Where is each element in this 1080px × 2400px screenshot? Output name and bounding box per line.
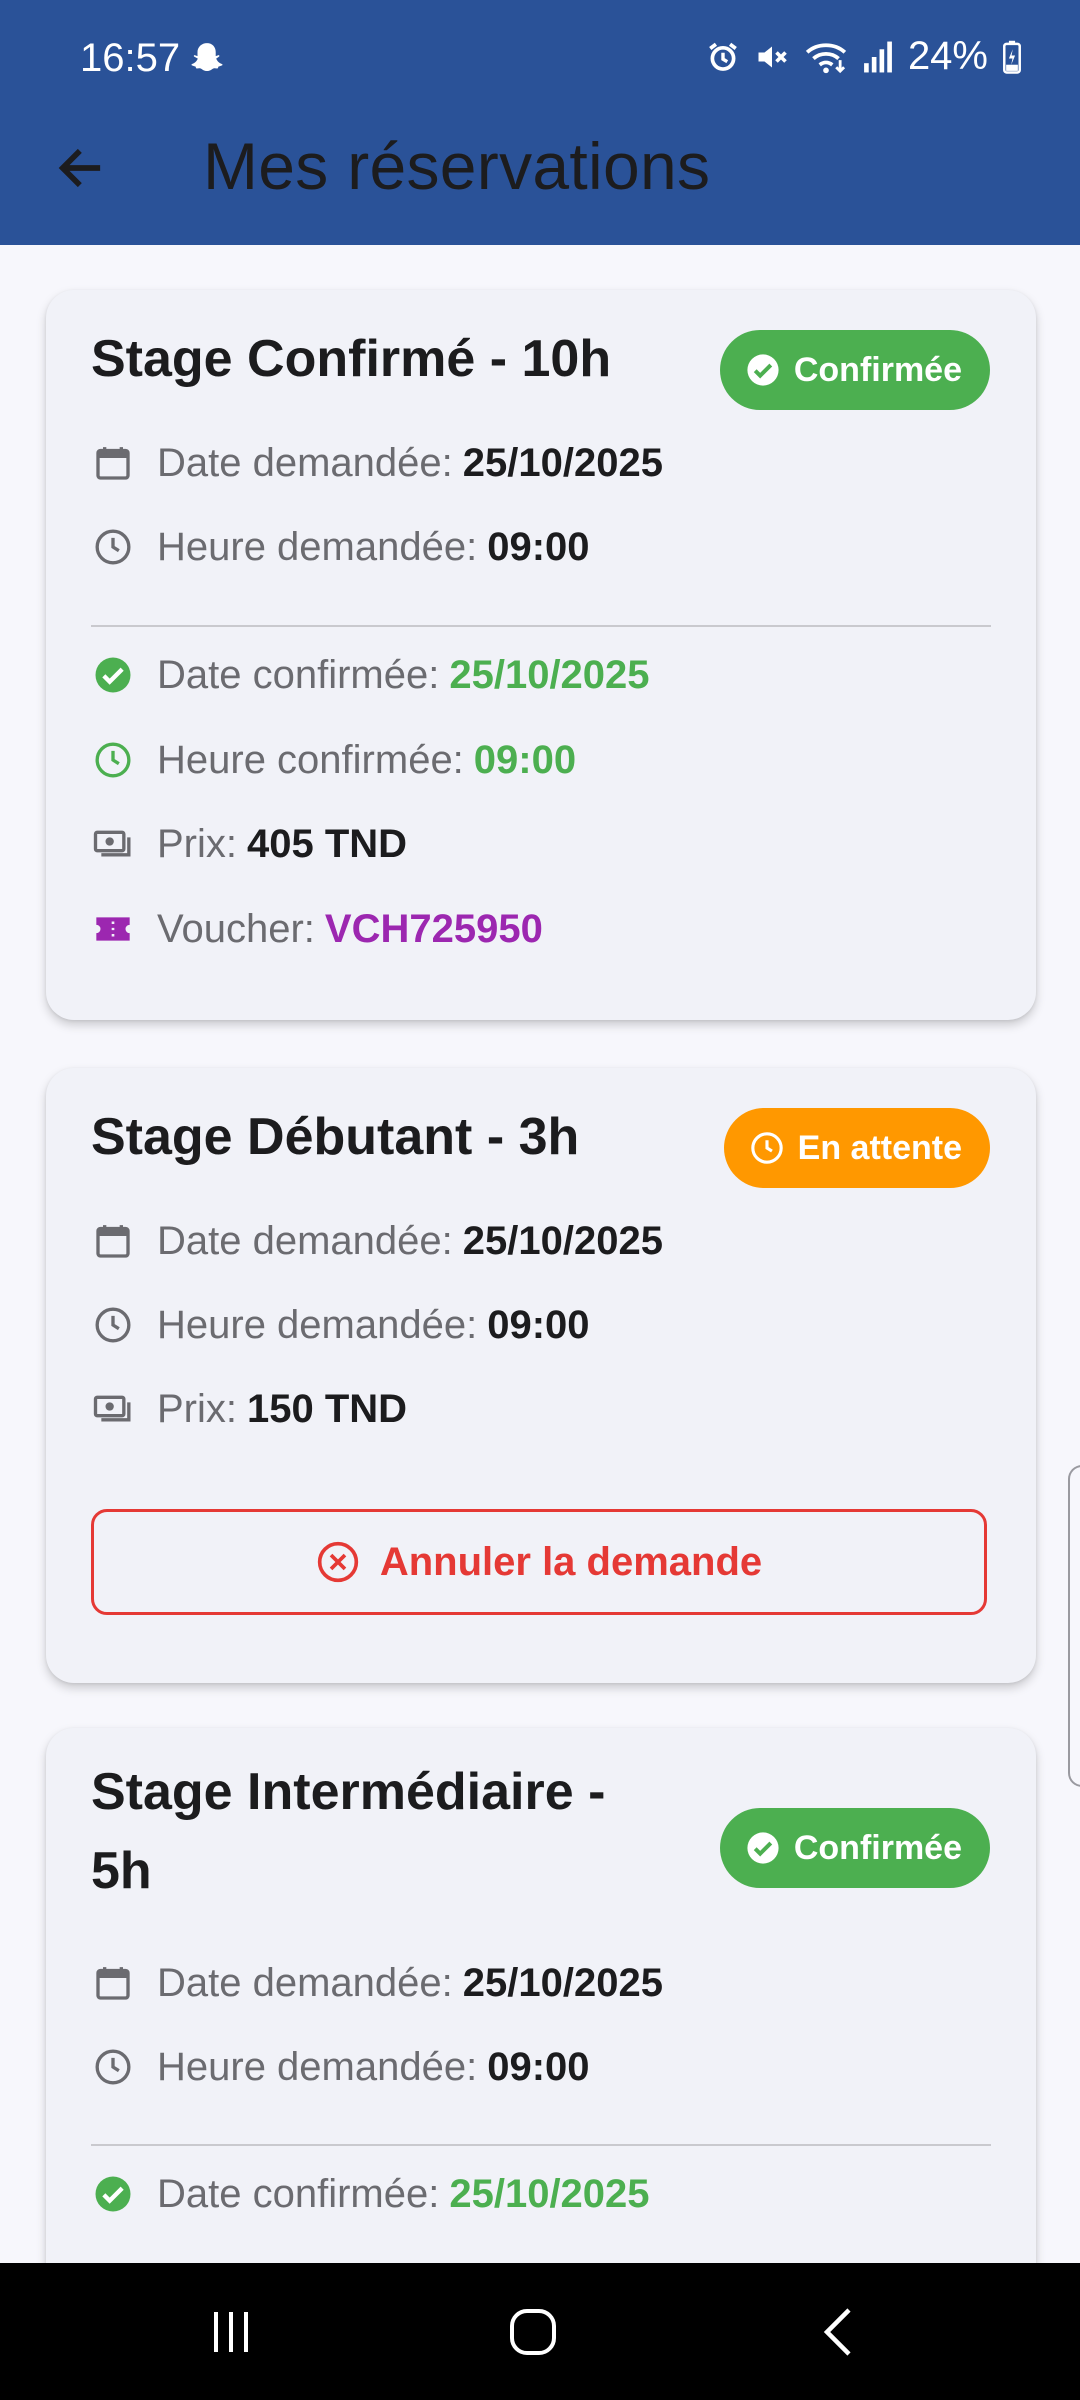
price-row: Prix: 150 TND bbox=[91, 1379, 407, 1439]
battery-charging-icon bbox=[1003, 40, 1021, 74]
reservation-card[interactable]: Stage Confirmé - 10h Confirmée Date dema… bbox=[46, 290, 1036, 1020]
signal-icon bbox=[864, 41, 892, 72]
requested-time-row: Heure demandée: 09:00 bbox=[91, 517, 590, 577]
confirmed-date-row: Date confirmée: 25/10/2025 bbox=[91, 645, 650, 705]
cancel-request-label: Annuler la demande bbox=[379, 1539, 763, 1584]
row-label: Prix: bbox=[157, 1386, 237, 1431]
wifi-icon bbox=[805, 42, 847, 73]
status-badge-label: En attente bbox=[797, 1128, 962, 1167]
snapchat-ghost-icon bbox=[191, 43, 223, 72]
row-value: 25/10/2025 bbox=[449, 2171, 650, 2216]
row-label: Heure demandée: bbox=[157, 2044, 478, 2089]
status-icons: 24% bbox=[706, 34, 1022, 79]
row-label: Date demandée: bbox=[157, 1960, 453, 2005]
row-label: Heure demandée: bbox=[157, 1302, 478, 1347]
divider bbox=[91, 2144, 991, 2146]
battery-percent: 24% bbox=[907, 34, 988, 78]
calendar-icon bbox=[96, 1967, 130, 2000]
status-badge-label: Confirmée bbox=[793, 350, 962, 389]
calendar-icon bbox=[96, 1225, 130, 1258]
row-label: Heure confirmée: bbox=[157, 737, 464, 782]
check-circle-icon bbox=[95, 2176, 131, 2212]
home-icon bbox=[510, 2308, 556, 2355]
clock-icon bbox=[750, 1132, 783, 1164]
calendar-icon bbox=[96, 447, 130, 480]
money-icon bbox=[93, 830, 131, 857]
app-bar: 16:57 24% Mes réservations bbox=[0, 0, 1080, 245]
row-value: 09:00 bbox=[487, 524, 590, 569]
row-value: 150 TND bbox=[247, 1386, 408, 1431]
check-circle-icon bbox=[95, 657, 131, 693]
row-value: 405 TND bbox=[247, 821, 408, 866]
reservations-list[interactable]: Stage Confirmé - 10h Confirmée Date dema… bbox=[0, 245, 1080, 2265]
divider bbox=[91, 625, 991, 627]
status-badge: Confirmée bbox=[719, 330, 990, 410]
reservation-title-line2: 5h bbox=[91, 1842, 152, 1900]
row-value: 09:00 bbox=[473, 737, 577, 782]
cancel-circle-icon bbox=[317, 1541, 359, 1583]
row-value: 09:00 bbox=[487, 2044, 590, 2089]
row-value: 25/10/2025 bbox=[449, 652, 650, 697]
confirmed-time-row: Heure confirmée: 09:00 bbox=[91, 730, 576, 790]
row-value: 25/10/2025 bbox=[462, 440, 663, 485]
recents-button[interactable] bbox=[161, 2263, 301, 2400]
row-label: Heure demandée: bbox=[157, 524, 478, 569]
row-label: Date demandée: bbox=[157, 440, 453, 485]
requested-date-row: Date demandée: 25/10/2025 bbox=[91, 1211, 663, 1271]
row-label: Date demandée: bbox=[157, 1218, 453, 1263]
row-label: Date confirmée: bbox=[157, 2171, 440, 2216]
status-badge: En attente bbox=[723, 1108, 990, 1188]
back-nav-icon bbox=[823, 2307, 851, 2356]
arrow-back-icon bbox=[58, 148, 101, 188]
row-label: Date confirmée: bbox=[157, 652, 440, 697]
system-nav-bar bbox=[0, 2263, 1080, 2400]
home-button[interactable] bbox=[463, 2263, 603, 2400]
row-value: 25/10/2025 bbox=[462, 1960, 663, 2005]
clock-icon bbox=[95, 529, 131, 565]
reservation-card[interactable]: Stage Débutant - 3h En attente Date dema… bbox=[46, 1068, 1036, 1683]
reservation-title: Stage Débutant - 3h bbox=[91, 1108, 580, 1166]
row-label: Prix: bbox=[157, 821, 237, 866]
row-value: 25/10/2025 bbox=[462, 1218, 663, 1263]
scroll-handle[interactable] bbox=[1068, 1465, 1080, 1787]
price-row: Prix: 405 TND bbox=[91, 814, 407, 874]
reservation-title: Stage Confirmé - 10h bbox=[91, 330, 612, 388]
back-nav-button[interactable] bbox=[767, 2263, 907, 2400]
confirmed-date-row: Date confirmée: 25/10/2025 bbox=[91, 2164, 650, 2224]
check-circle-icon bbox=[747, 354, 779, 386]
requested-time-row: Heure demandée: 09:00 bbox=[91, 2037, 590, 2097]
back-button[interactable] bbox=[40, 128, 120, 208]
clock-icon bbox=[95, 742, 131, 778]
requested-date-row: Date demandée: 25/10/2025 bbox=[91, 433, 663, 493]
requested-time-row: Heure demandée: 09:00 bbox=[91, 1295, 590, 1355]
alarm-icon bbox=[709, 42, 737, 71]
status-badge-label: Confirmée bbox=[793, 1828, 962, 1867]
status-time: 16:57 bbox=[80, 36, 181, 80]
reservation-card[interactable]: Stage Intermédiaire - 5h Confirmée Date … bbox=[46, 1728, 1036, 2265]
reservation-title-line1: Stage Intermédiaire - bbox=[91, 1763, 606, 1821]
page-title: Mes réservations bbox=[203, 129, 711, 203]
recents-icon bbox=[214, 2311, 248, 2352]
row-value: 09:00 bbox=[487, 1302, 590, 1347]
row-label: Voucher: bbox=[157, 906, 315, 951]
requested-date-row: Date demandée: 25/10/2025 bbox=[91, 1953, 663, 2013]
clock-icon bbox=[95, 1307, 131, 1343]
clock-icon bbox=[95, 2049, 131, 2085]
money-icon bbox=[93, 1395, 131, 1422]
mute-icon bbox=[758, 46, 787, 67]
status-badge: Confirmée bbox=[719, 1808, 990, 1888]
row-value: VCH725950 bbox=[324, 906, 543, 951]
ticket-icon bbox=[96, 917, 130, 941]
check-circle-icon bbox=[747, 1832, 779, 1864]
voucher-row: Voucher: VCH725950 bbox=[91, 899, 543, 959]
cancel-request-button[interactable]: Annuler la demande bbox=[91, 1509, 987, 1615]
